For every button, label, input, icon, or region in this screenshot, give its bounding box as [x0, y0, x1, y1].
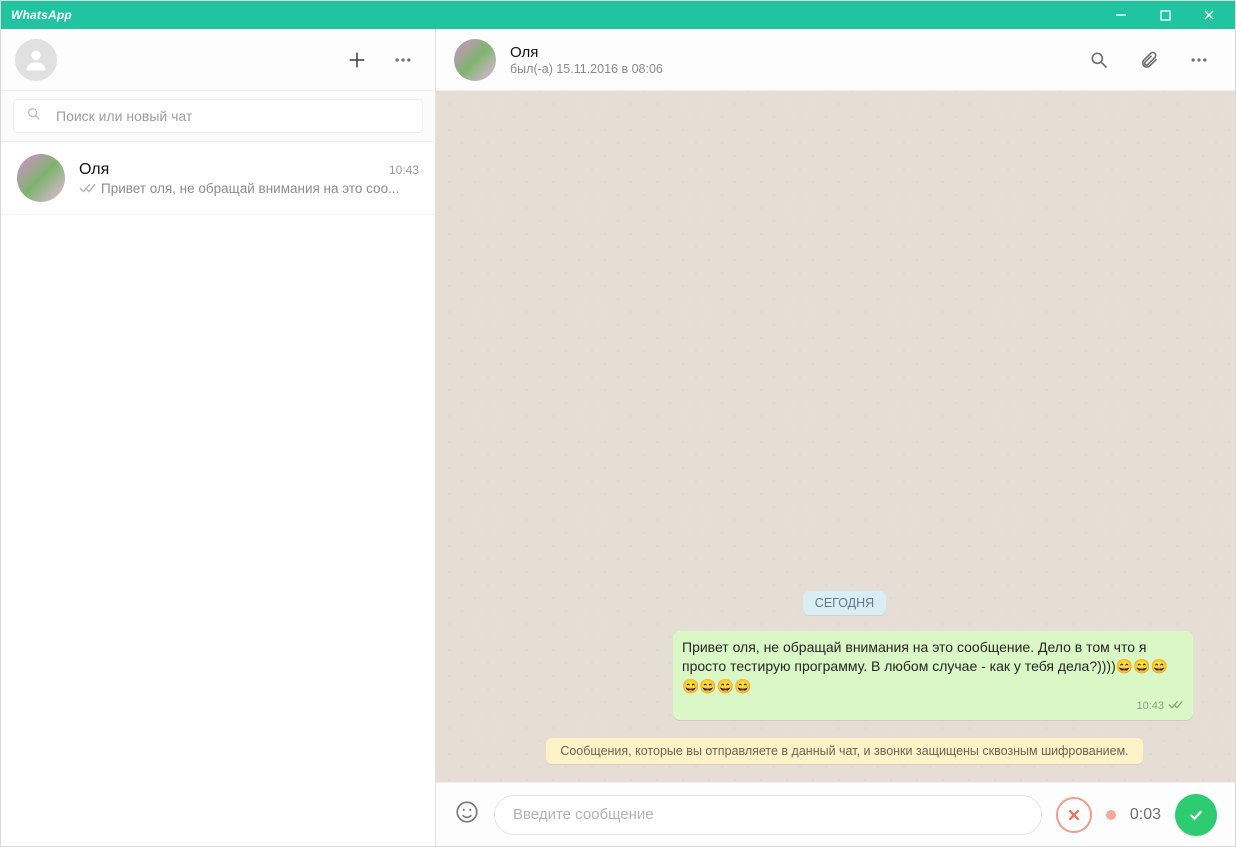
- message-time: 10:43: [1136, 699, 1164, 714]
- my-avatar[interactable]: [15, 39, 57, 81]
- chat-list-item[interactable]: Оля 10:43 Привет оля, не обращай внимани…: [1, 142, 435, 215]
- search-box[interactable]: [13, 99, 423, 133]
- window-titlebar: WhatsApp: [1, 1, 1235, 29]
- recording-timer: 0:03: [1130, 806, 1161, 824]
- send-button[interactable]: [1175, 794, 1217, 836]
- window-maximize-button[interactable]: [1143, 1, 1187, 29]
- message-input[interactable]: [513, 806, 1023, 823]
- conversation-contact-avatar[interactable]: [454, 39, 496, 81]
- search-icon: [26, 106, 42, 127]
- conversation-menu-button[interactable]: [1181, 42, 1217, 78]
- message-input-container[interactable]: [494, 795, 1042, 835]
- app-title: WhatsApp: [11, 8, 72, 22]
- new-chat-button[interactable]: [339, 42, 375, 78]
- encryption-notice: Сообщения, которые вы отправляете в данн…: [546, 738, 1142, 764]
- window-minimize-button[interactable]: [1099, 1, 1143, 29]
- sidebar-header: [1, 29, 435, 91]
- conversation-contact-info[interactable]: Оля был(-а) 15.11.2016 в 08:06: [510, 44, 663, 76]
- conversation-contact-status: был(-а) 15.11.2016 в 08:06: [510, 62, 663, 76]
- recording-indicator-icon: [1106, 810, 1116, 820]
- last-message-preview: Привет оля, не обращай внимания на это с…: [101, 181, 399, 196]
- conversation-contact-name: Оля: [510, 44, 663, 61]
- chat-list: Оля 10:43 Привет оля, не обращай внимани…: [1, 142, 435, 846]
- attach-button[interactable]: [1131, 42, 1167, 78]
- message-outgoing[interactable]: Привет оля, не обращай внимания на это с…: [673, 631, 1193, 720]
- window-close-button[interactable]: [1187, 1, 1231, 29]
- double-check-icon: [1168, 699, 1184, 715]
- cancel-recording-button[interactable]: [1056, 797, 1092, 833]
- message-text: Привет оля, не обращай внимания на это с…: [682, 639, 1168, 694]
- conversation-scroll[interactable]: СЕГОДНЯ Привет оля, не обращай внимания …: [436, 91, 1235, 782]
- date-separator: СЕГОДНЯ: [803, 591, 886, 615]
- last-message-time: 10:43: [389, 163, 419, 177]
- emoji-button[interactable]: [454, 799, 480, 830]
- search-container: [1, 91, 435, 142]
- contact-name: Оля: [79, 161, 109, 179]
- conversation-header: Оля был(-а) 15.11.2016 в 08:06: [436, 29, 1235, 91]
- sidebar: Оля 10:43 Привет оля, не обращай внимани…: [1, 29, 436, 846]
- contact-avatar: [17, 154, 65, 202]
- message-composer: 0:03: [436, 782, 1235, 846]
- sidebar-menu-button[interactable]: [385, 42, 421, 78]
- search-in-chat-button[interactable]: [1081, 42, 1117, 78]
- double-check-icon: [79, 182, 97, 194]
- conversation-pane: Оля был(-а) 15.11.2016 в 08:06 СЕГОДНЯ П…: [436, 29, 1235, 846]
- search-input[interactable]: [56, 108, 410, 124]
